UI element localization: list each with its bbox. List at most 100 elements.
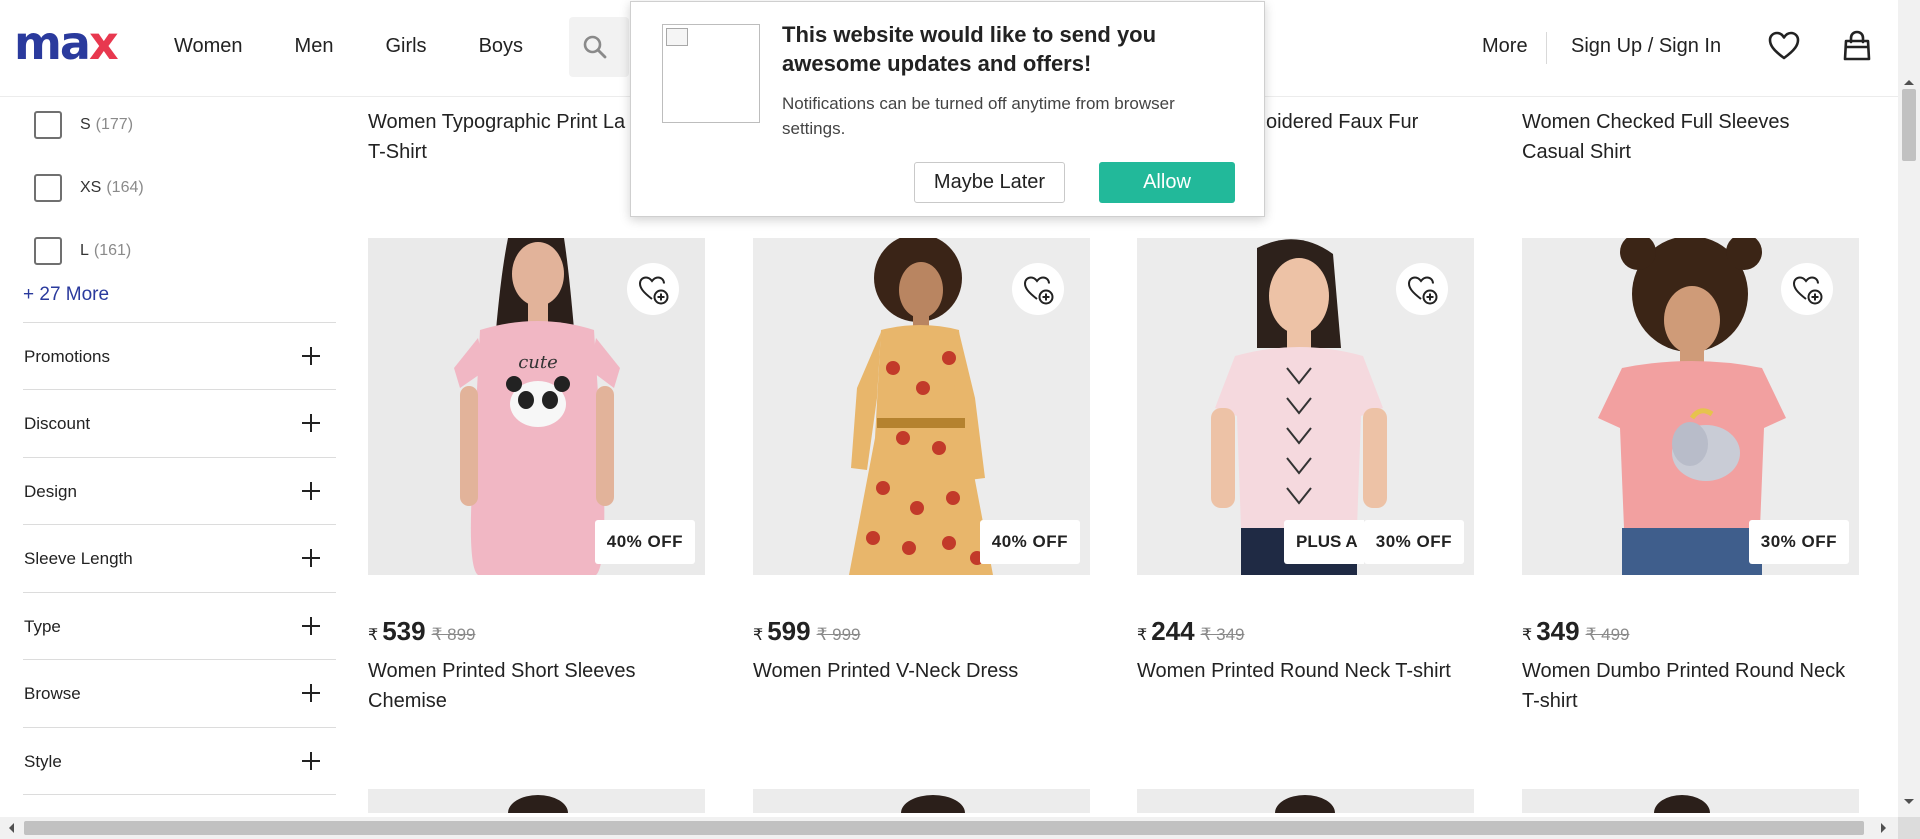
size-option-s[interactable]: S (177) <box>34 110 133 140</box>
scroll-thumb[interactable] <box>24 821 1864 835</box>
search-box[interactable] <box>569 17 629 77</box>
currency-symbol: ₹ <box>1522 627 1533 644</box>
product-image[interactable]: cute 40% OFF <box>368 238 705 575</box>
header-divider <box>1546 32 1547 64</box>
currency-symbol: ₹ <box>753 627 764 644</box>
product-name[interactable]: Women Printed Round Neck T-shirt <box>1137 656 1474 686</box>
plus-icon[interactable] <box>300 615 322 637</box>
vertical-scrollbar[interactable] <box>1898 0 1920 817</box>
filter-discount[interactable]: Discount <box>23 389 336 456</box>
popup-image <box>662 24 760 123</box>
horizontal-scrollbar[interactable] <box>0 817 1898 839</box>
size-label: XS <box>80 179 102 196</box>
original-price: ₹ 999 <box>816 625 861 644</box>
scroll-up-arrow-icon[interactable] <box>1903 78 1915 86</box>
sign-in-link[interactable]: Sign Up / Sign In <box>1571 35 1721 58</box>
product-name[interactable]: Women Typographic Print La T-Shirt <box>368 107 625 167</box>
product-name[interactable]: Women Printed V-Neck Dress <box>753 656 1090 686</box>
current-price: 539 <box>382 616 426 646</box>
scroll-down-arrow-icon[interactable] <box>1903 798 1915 806</box>
product-image[interactable]: 30% OFF <box>1522 238 1859 575</box>
max-logo[interactable]: max <box>14 20 119 66</box>
wishlist-add-icon <box>1407 276 1438 305</box>
filter-label: Style <box>24 752 62 771</box>
nav-girls[interactable]: Girls <box>385 35 426 58</box>
popup-description: Notifications can be turned off anytime … <box>782 94 1175 138</box>
product-image[interactable]: 40% OFF <box>753 238 1090 575</box>
size-option-l[interactable]: L (161) <box>34 236 131 266</box>
filter-sleeve-length[interactable]: Sleeve Length <box>23 524 336 591</box>
filter-style[interactable]: Style <box>23 727 336 794</box>
product-image[interactable]: PLUS A 30% OFF <box>1137 238 1474 575</box>
size-count: (164) <box>106 179 144 196</box>
scroll-thumb[interactable] <box>1902 89 1916 161</box>
original-price: ₹ 899 <box>431 625 476 644</box>
wishlist-button[interactable] <box>1396 263 1448 315</box>
filter-browse[interactable]: Browse <box>23 659 336 726</box>
nav-women[interactable]: Women <box>174 35 243 58</box>
wishlist-button[interactable] <box>1781 263 1833 315</box>
main-nav: Women Men Girls Boys <box>174 35 575 58</box>
price-row: ₹ 599 ₹ 999 <box>753 616 860 647</box>
product-name[interactable]: Women Dumbo Printed Round Neck T-shirt <box>1522 656 1859 716</box>
search-icon <box>583 35 607 59</box>
currency-symbol: ₹ <box>1137 627 1148 644</box>
plus-icon[interactable] <box>300 682 322 704</box>
plus-icon[interactable] <box>300 547 322 569</box>
product-image[interactable] <box>1137 789 1474 813</box>
filter-promotions[interactable]: Promotions <box>23 322 336 389</box>
wishlist-button[interactable] <box>627 263 679 315</box>
plus-icon[interactable] <box>300 412 322 434</box>
scrollbar-corner <box>1898 817 1920 839</box>
product-image[interactable] <box>753 789 1090 813</box>
filter-label: Sleeve Length <box>24 549 133 568</box>
heart-icon[interactable] <box>1768 31 1800 61</box>
filter-label: Type <box>24 617 61 636</box>
current-price: 599 <box>767 616 811 646</box>
filter-type[interactable]: Type <box>23 592 336 659</box>
product-name[interactable]: Women Checked Full Sleeves Casual Shirt <box>1522 107 1859 167</box>
wishlist-add-icon <box>1023 276 1054 305</box>
wishlist-button[interactable] <box>1012 263 1064 315</box>
plus-icon[interactable] <box>300 480 322 502</box>
discount-badge: 40% OFF <box>594 520 695 564</box>
scroll-right-arrow-icon[interactable] <box>1880 822 1888 834</box>
nav-men[interactable]: Men <box>295 35 334 58</box>
product-name[interactable]: oidered Faux Fur <box>1266 107 1418 137</box>
bag-icon[interactable] <box>1842 30 1872 62</box>
product-name-line[interactable]: Women Checked Full Sleeves <box>1522 111 1790 133</box>
plus-icon[interactable] <box>300 750 322 772</box>
size-option-xs[interactable]: XS (164) <box>34 173 144 203</box>
price-row: ₹ 539 ₹ 899 <box>368 616 475 647</box>
product-name[interactable]: Women Printed Short Sleeves Chemise <box>368 656 705 716</box>
price-row: ₹ 244 ₹ 349 <box>1137 616 1244 647</box>
discount-badge: 30% OFF <box>1748 520 1849 564</box>
filter-sidebar: S (177) XS (164) L (161) + 27 More Promo… <box>0 97 336 817</box>
nav-boys[interactable]: Boys <box>479 35 523 58</box>
scroll-left-arrow-icon[interactable] <box>7 822 15 834</box>
size-label: S <box>80 116 91 133</box>
checkbox[interactable] <box>34 174 62 202</box>
more-menu[interactable]: More <box>1482 35 1528 58</box>
checkbox[interactable] <box>34 111 62 139</box>
svg-text:cute: cute <box>518 352 558 373</box>
discount-badge: 40% OFF <box>979 520 1080 564</box>
filter-label: Promotions <box>24 347 110 366</box>
product-name-line[interactable]: Casual Shirt <box>1522 141 1631 163</box>
product-name-line[interactable]: T-Shirt <box>368 141 427 163</box>
filter-label: Design <box>24 482 77 501</box>
plus-icon[interactable] <box>300 345 322 367</box>
filter-label: Browse <box>24 684 81 703</box>
checkbox[interactable] <box>34 237 62 265</box>
filter-design[interactable]: Design <box>23 457 336 524</box>
maybe-later-button[interactable]: Maybe Later <box>914 162 1065 203</box>
product-name-line[interactable]: Women Typographic Print La <box>368 111 625 133</box>
size-count: (177) <box>95 116 134 133</box>
filter-label: Discount <box>24 414 91 433</box>
more-sizes-link[interactable]: + 27 More <box>23 284 109 306</box>
notification-permission-popup: This website would like to send you awes… <box>630 1 1265 217</box>
wishlist-add-icon <box>638 276 669 305</box>
product-image[interactable] <box>1522 789 1859 813</box>
allow-button[interactable]: Allow <box>1099 162 1235 203</box>
product-image[interactable] <box>368 789 705 813</box>
